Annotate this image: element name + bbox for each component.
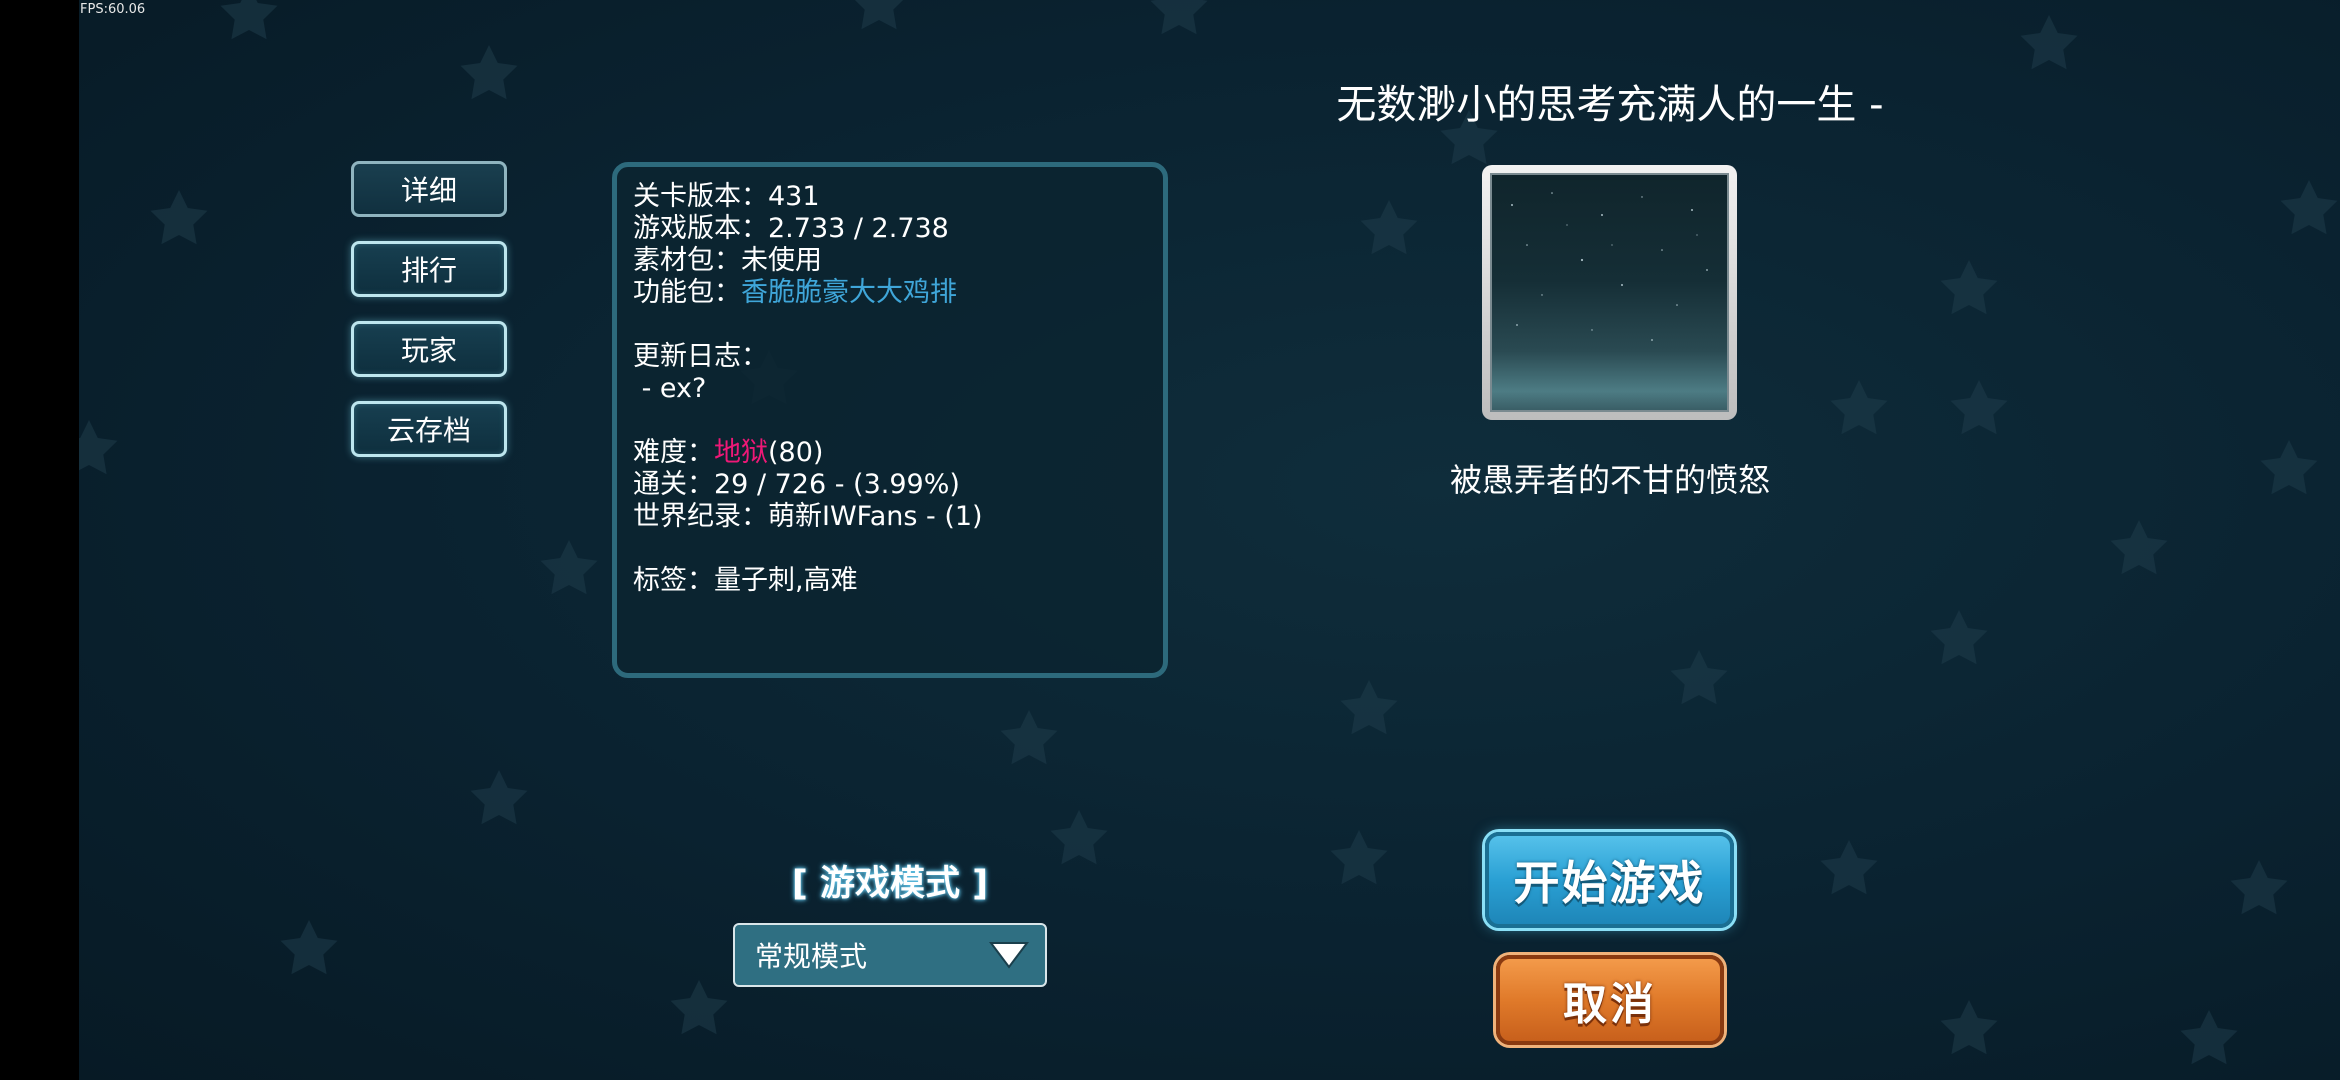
level-subtitle: 被愚弄者的不甘的愤怒 [1449, 461, 1770, 499]
asset-pack-value: 未使用 [741, 245, 822, 276]
level-title: 无数渺小的思考充满人的一生 - [1336, 82, 1884, 128]
game-version-value: 2.733 / 2.738 [768, 213, 949, 244]
fps-counter: FPS:60.06 [80, 2, 146, 17]
world-record-value: 萌新IWFans - (1) [768, 501, 983, 532]
details-button[interactable]: 详细 [351, 161, 507, 217]
level-version-value: 431 [768, 181, 820, 212]
game-mode-label: [ 游戏模式 ] [791, 864, 989, 904]
clears-row: 通关：29 / 726 - (3.99%) [633, 469, 960, 500]
world-record-row: 世界纪录：萌新IWFans - (1) [633, 501, 983, 532]
players-button[interactable]: 玩家 [351, 321, 507, 377]
difficulty-row: 难度：地狱(80) [633, 437, 824, 468]
difficulty-value: (80) [768, 437, 824, 468]
level-version-row: 关卡版本：431 [633, 181, 820, 212]
tags-value: 量子刺,高难 [714, 565, 858, 596]
feature-pack-link[interactable]: 香脆脆豪大大鸡排 [741, 277, 957, 308]
game-mode-selected: 常规模式 [755, 940, 868, 973]
cloud-save-button[interactable]: 云存档 [351, 401, 507, 457]
game-mode-dropdown[interactable]: 常规模式 [733, 923, 1047, 987]
chevron-down-icon [989, 942, 1029, 969]
clears-value: 29 / 726 - (3.99%) [714, 469, 960, 500]
level-thumbnail [1482, 165, 1737, 420]
changelog-label: 更新日志： [633, 341, 768, 372]
start-game-button[interactable]: 开始游戏 [1485, 832, 1734, 928]
level-info-panel: 关卡版本：431 游戏版本：2.733 / 2.738 素材包：未使用 功能包：… [612, 162, 1168, 678]
difficulty-name: 地狱 [714, 437, 768, 468]
changelog-text: - ex? [633, 373, 707, 404]
tags-row: 标签：量子刺,高难 [633, 565, 858, 596]
night-sky-image [1490, 173, 1729, 412]
leaderboard-button[interactable]: 排行 [351, 241, 507, 297]
asset-pack-row: 素材包：未使用 [633, 245, 822, 276]
game-version-row: 游戏版本：2.733 / 2.738 [633, 213, 949, 244]
feature-pack-row: 功能包：香脆脆豪大大鸡排 [633, 277, 957, 308]
thumbnail-stars [1511, 192, 1708, 341]
cancel-button[interactable]: 取消 [1496, 955, 1724, 1045]
